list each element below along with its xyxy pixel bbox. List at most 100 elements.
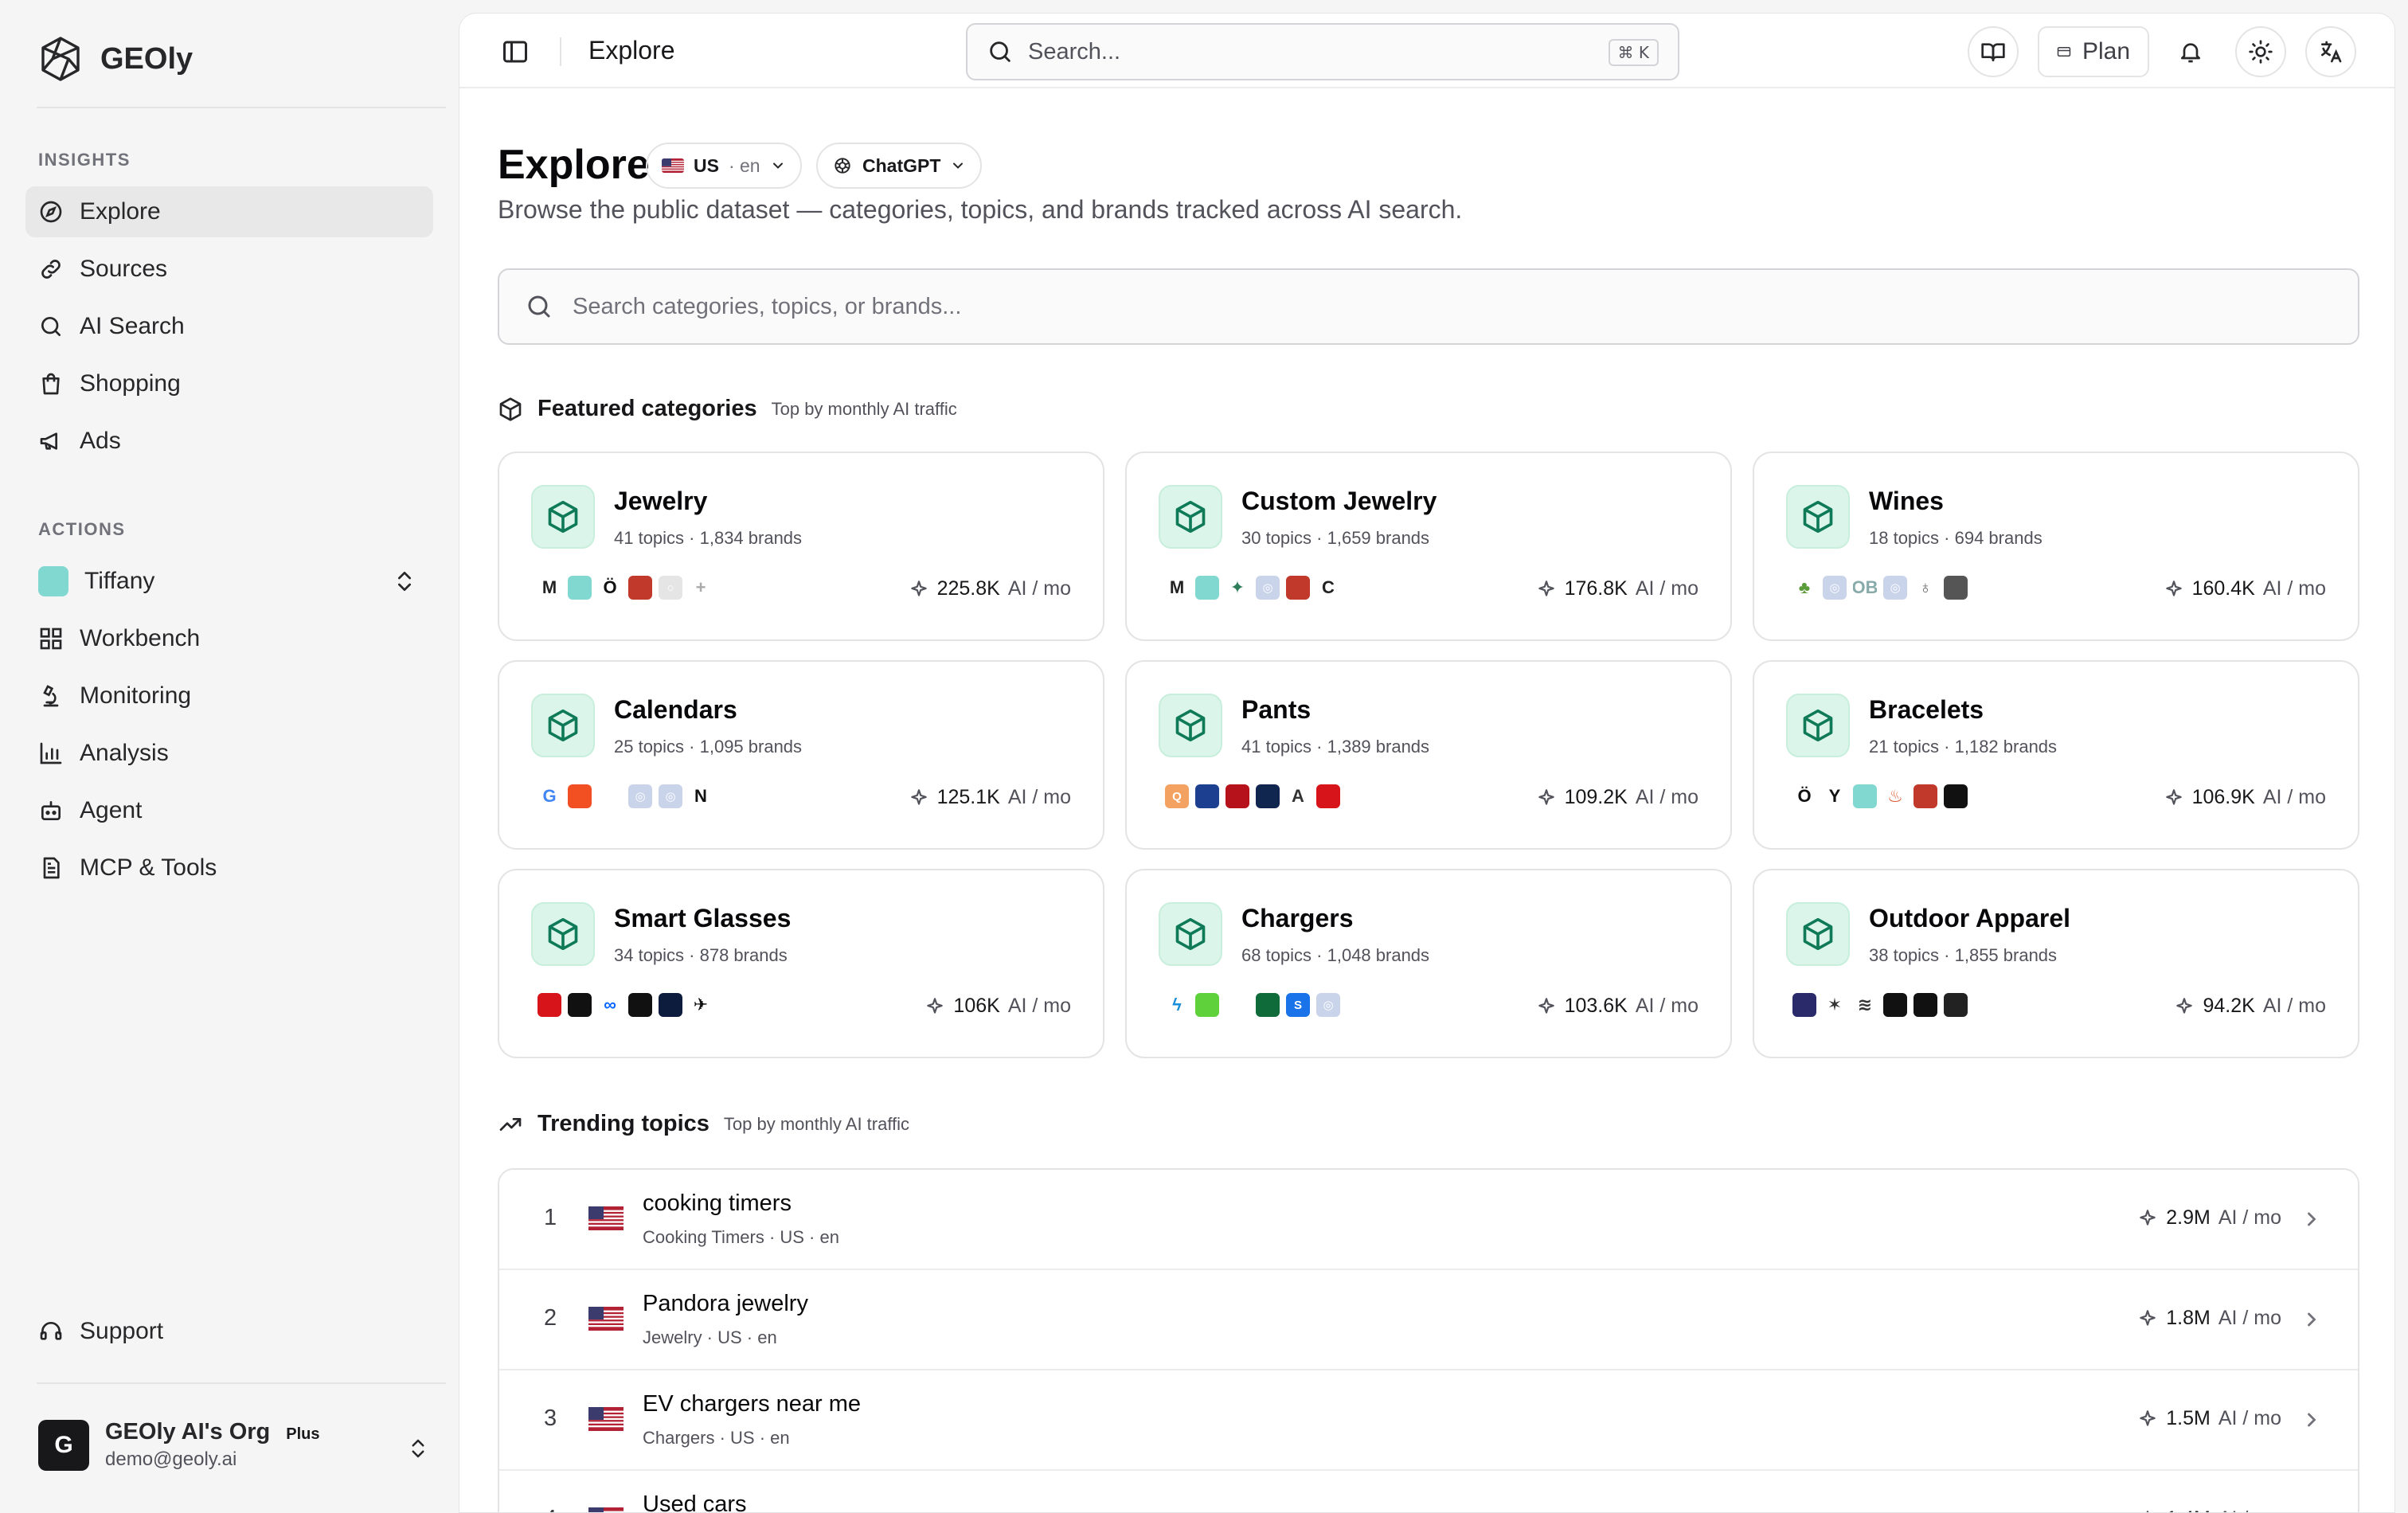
category-card[interactable]: Chargers 68 topics · 1,048 brands ϟ S ◎ 10… bbox=[1125, 869, 1732, 1058]
sidebar-item-ai-search[interactable]: AI Search bbox=[25, 301, 433, 352]
sidebar-divider bbox=[37, 1382, 446, 1384]
app-logo[interactable]: GEOly bbox=[37, 35, 193, 83]
category-card[interactable]: Custom Jewelry 30 topics · 1,659 brands … bbox=[1125, 452, 1732, 641]
main-panel: Explore Search... ⌘ K Plan Explore US · … bbox=[459, 13, 2395, 1513]
theme-toggle-button[interactable] bbox=[2235, 26, 2286, 77]
sidebar-item-ads[interactable]: Ads bbox=[25, 416, 433, 467]
search-placeholder: Search categories, topics, or brands... bbox=[573, 293, 962, 319]
global-search-input[interactable]: Search... ⌘ K bbox=[966, 23, 1679, 80]
brand-logo-icon bbox=[1256, 993, 1280, 1017]
language-button[interactable] bbox=[2305, 26, 2356, 77]
topbar-separator bbox=[560, 37, 561, 66]
category-meta: 34 topics · 878 brands bbox=[614, 945, 788, 965]
sidebar-toggle-icon[interactable] bbox=[501, 37, 530, 66]
plan-button[interactable]: Plan bbox=[2038, 26, 2149, 77]
category-card[interactable]: Smart Glasses 34 topics · 878 brands ∞ ✈ … bbox=[498, 869, 1104, 1058]
category-card[interactable]: Bracelets 21 topics · 1,182 brands Ö Y ♨ 1… bbox=[1753, 660, 2359, 850]
megaphone-icon bbox=[40, 432, 57, 450]
category-card[interactable]: Wines 18 topics · 694 brands ♣ ◎ OB ◎ ♁ 160.… bbox=[1753, 452, 2359, 641]
category-card[interactable]: Calendars 25 topics · 1,095 brands G ◎ ◎ N … bbox=[498, 660, 1104, 850]
box-icon bbox=[548, 500, 578, 534]
country-selector[interactable]: US · en bbox=[646, 143, 802, 189]
topbar: Explore Search... ⌘ K Plan bbox=[459, 14, 2394, 88]
box-icon bbox=[1803, 917, 1833, 951]
brand-selector[interactable]: Tiffany bbox=[25, 556, 433, 607]
sidebar-item-analysis[interactable]: Analysis bbox=[25, 728, 433, 779]
search-icon bbox=[990, 41, 1010, 62]
sparkle-icon bbox=[2140, 1309, 2156, 1326]
brand-logo-icon: OB bbox=[1853, 576, 1877, 600]
brand-logo-icon: ♨ bbox=[1883, 784, 1907, 808]
category-meta: 30 topics · 1,659 brands bbox=[1241, 528, 1430, 548]
sidebar-item-explore[interactable]: Explore bbox=[25, 186, 433, 237]
traffic-unit: AI / mo bbox=[1635, 577, 1698, 600]
sparkle-icon bbox=[2140, 1409, 2156, 1426]
sidebar-item-sources[interactable]: Sources bbox=[25, 244, 433, 295]
sparkle-icon bbox=[1538, 580, 1554, 596]
brand-logo-icon bbox=[598, 784, 622, 808]
brand-logo-icon bbox=[1286, 576, 1310, 600]
category-name: Chargers bbox=[1241, 904, 1354, 932]
table-row[interactable]: 4 Used cars 1.4M AI / mo bbox=[499, 1471, 2358, 1513]
table-row[interactable]: 2 Pandora jewelry Jewelry · US · en 1.8M… bbox=[499, 1270, 2358, 1370]
category-meta: 41 topics · 1,834 brands bbox=[614, 528, 803, 548]
docs-button[interactable] bbox=[1968, 26, 2019, 77]
dataset-search-input[interactable]: Search categories, topics, or brands... bbox=[498, 268, 2359, 345]
org-name: GEOly AI's Org bbox=[105, 1419, 271, 1445]
sidebar-item-label: Explore bbox=[80, 198, 161, 225]
chevron-down-icon bbox=[953, 162, 964, 169]
plan-label: Plan bbox=[2082, 38, 2130, 65]
brand-logos: ϟ S ◎ bbox=[1165, 993, 1340, 1017]
sidebar-item-support[interactable]: Support bbox=[25, 1306, 433, 1357]
brand-logo-icon bbox=[1226, 784, 1249, 808]
notifications-button[interactable] bbox=[2165, 26, 2216, 77]
translate-icon bbox=[2321, 41, 2342, 63]
category-meta: 38 topics · 1,855 brands bbox=[1869, 945, 2058, 965]
sparkle-icon bbox=[2146, 1510, 2149, 1512]
user-menu[interactable]: G GEOly AI's Org Plus demo@geoly.ai bbox=[38, 1419, 320, 1471]
brand-logo-icon: + bbox=[689, 576, 713, 600]
table-row[interactable]: 3 EV chargers near me Chargers · US · en… bbox=[499, 1370, 2358, 1471]
engine-selector[interactable]: ChatGPT bbox=[816, 143, 983, 189]
category-traffic: 125.1K AI / mo bbox=[909, 786, 1071, 809]
chevron-up-down-icon[interactable] bbox=[406, 1437, 430, 1460]
category-card[interactable]: Pants 41 topics · 1,389 brands QA 109.2K… bbox=[1125, 660, 1732, 850]
sidebar-item-mcp-tools[interactable]: MCP & Tools bbox=[25, 843, 433, 893]
sidebar-item-agent[interactable]: Agent bbox=[25, 785, 433, 836]
geoly-logo-icon bbox=[41, 37, 80, 81]
grid-icon bbox=[40, 627, 62, 650]
brand-logo-icon bbox=[1316, 784, 1340, 808]
table-row[interactable]: 1 cooking timers Cooking Timers · US · e… bbox=[499, 1170, 2358, 1270]
category-icon bbox=[1159, 694, 1222, 757]
bell-icon bbox=[2181, 43, 2200, 63]
category-traffic: 160.4K AI / mo bbox=[2164, 577, 2326, 600]
topic-traffic: 1.4M AI / mo bbox=[2137, 1507, 2281, 1512]
category-card[interactable]: Jewelry 41 topics · 1,834 brands M Ö ○ + 22… bbox=[498, 452, 1104, 641]
brand-logo-icon bbox=[1944, 576, 1968, 600]
category-meta: 41 topics · 1,389 brands bbox=[1241, 737, 1430, 756]
brand-logo-icon: Ö bbox=[598, 576, 622, 600]
traffic-value: 125.1K bbox=[936, 786, 1000, 808]
category-name: Bracelets bbox=[1869, 695, 1984, 724]
chevron-right-icon bbox=[2300, 1509, 2323, 1513]
category-meta: 25 topics · 1,095 brands bbox=[614, 737, 803, 756]
category-icon bbox=[531, 485, 595, 549]
sidebar-item-shopping[interactable]: Shopping bbox=[25, 358, 433, 409]
brand-logo-icon: M bbox=[1165, 576, 1189, 600]
brand-logo-icon: G bbox=[538, 784, 561, 808]
sparkle-icon bbox=[910, 580, 927, 596]
credit-card-icon bbox=[2057, 47, 2071, 57]
sparkle-icon bbox=[2165, 580, 2182, 596]
brand-logo-icon: ∞ bbox=[598, 993, 622, 1017]
sidebar-item-workbench[interactable]: Workbench bbox=[25, 613, 433, 664]
category-card[interactable]: Outdoor Apparel 38 topics · 1,855 brands… bbox=[1753, 869, 2359, 1058]
section-title: Featured categories bbox=[538, 396, 757, 421]
chevron-right-icon bbox=[2308, 1413, 2316, 1427]
sparkle-icon bbox=[1538, 997, 1554, 1014]
traffic-value: 160.4K bbox=[2191, 577, 2255, 600]
chevron-down-icon bbox=[772, 162, 783, 169]
topic-title: EV chargers near me bbox=[643, 1391, 862, 1417]
section-subtitle: Top by monthly AI traffic bbox=[771, 398, 957, 419]
category-traffic: 225.8K AI / mo bbox=[909, 577, 1071, 600]
sidebar-item-monitoring[interactable]: Monitoring bbox=[25, 670, 433, 721]
